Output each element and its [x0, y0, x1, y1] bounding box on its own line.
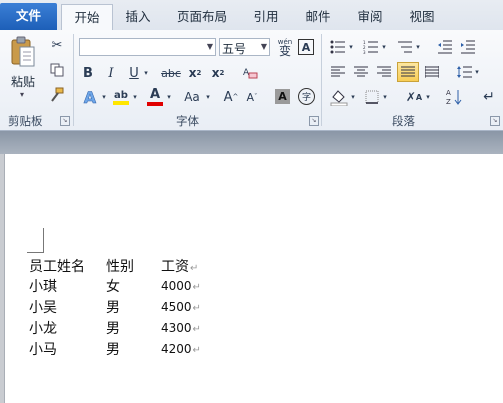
- row-gender: 男: [106, 342, 120, 358]
- bold-icon[interactable]: B: [80, 64, 96, 82]
- align-left-icon[interactable]: [329, 63, 347, 81]
- copy-icon[interactable]: [48, 61, 66, 79]
- ruler-band: [0, 131, 503, 155]
- row-name: 小龙: [29, 321, 57, 337]
- paste-label[interactable]: 粘贴: [11, 73, 35, 90]
- align-center-icon[interactable]: [352, 63, 370, 81]
- row-name: 小马: [29, 342, 57, 358]
- font-color-icon[interactable]: A: [145, 86, 165, 108]
- sort-icon[interactable]: AZ: [444, 87, 464, 107]
- document-page[interactable]: [4, 154, 503, 403]
- format-painter-icon[interactable]: [48, 86, 66, 104]
- chevron-down-icon[interactable]: ▾: [142, 66, 150, 80]
- chevron-down-icon: ▼: [260, 42, 267, 51]
- svg-text:A: A: [446, 89, 451, 97]
- chevron-down-icon[interactable]: ▾: [100, 90, 108, 104]
- svg-text:Z: Z: [446, 98, 451, 106]
- distributed-icon[interactable]: [423, 63, 441, 81]
- character-shading-icon[interactable]: A: [275, 89, 290, 104]
- tab-insert[interactable]: 插入: [118, 4, 158, 30]
- numbering-icon[interactable]: 123: [362, 38, 380, 56]
- bullets-icon[interactable]: [329, 38, 347, 56]
- header-gender: 性别: [106, 259, 134, 275]
- chevron-down-icon[interactable]: ▾: [204, 90, 212, 104]
- row-salary: 4000↵: [161, 279, 201, 293]
- divider: [321, 34, 322, 126]
- font-size-value: 五号: [222, 42, 247, 56]
- chevron-down-icon[interactable]: ▾: [131, 90, 139, 104]
- row-gender: 女: [106, 279, 120, 295]
- row-gender: 男: [106, 321, 120, 337]
- clipboard-launcher-icon[interactable]: ↘: [60, 116, 70, 126]
- tab-view[interactable]: 视图: [402, 4, 442, 30]
- chevron-down-icon[interactable]: ▾: [347, 40, 355, 54]
- align-right-icon[interactable]: [375, 63, 393, 81]
- phonetic-guide-button[interactable]: wén 变: [275, 35, 295, 59]
- tab-review[interactable]: 审阅: [350, 4, 390, 30]
- tab-file[interactable]: 文件: [0, 3, 57, 30]
- header-salary: 工资↵: [161, 259, 199, 275]
- row-name: 小吴: [29, 300, 57, 316]
- font-name-combo[interactable]: ▼: [79, 38, 216, 56]
- cut-icon[interactable]: ✂: [48, 36, 66, 54]
- row-salary: 4500↵: [161, 300, 201, 314]
- multilevel-list-icon[interactable]: [396, 38, 414, 56]
- chevron-down-icon[interactable]: ▾: [414, 40, 422, 54]
- chevron-down-icon[interactable]: ▾: [424, 90, 432, 104]
- tab-mailings[interactable]: 邮件: [298, 4, 338, 30]
- clear-formatting-icon[interactable]: A: [240, 63, 260, 83]
- row-name: 小琪: [29, 279, 57, 295]
- font-group-label: 字体: [176, 114, 199, 128]
- row-salary: 4300↵: [161, 321, 201, 335]
- text-effects-icon[interactable]: A: [80, 87, 100, 107]
- svg-text:3: 3: [363, 50, 366, 54]
- tab-page-layout[interactable]: 页面布局: [170, 4, 234, 30]
- chevron-down-icon[interactable]: ▾: [165, 90, 173, 104]
- header-name: 员工姓名: [29, 259, 85, 275]
- font-launcher-icon[interactable]: ↘: [309, 116, 319, 126]
- justify-button[interactable]: [397, 62, 419, 82]
- tab-home[interactable]: 开始: [61, 4, 113, 31]
- superscript-icon[interactable]: x2: [209, 64, 227, 82]
- underline-icon[interactable]: U: [126, 64, 142, 82]
- chevron-down-icon[interactable]: ▾: [473, 65, 481, 79]
- grow-font-icon[interactable]: A ^: [222, 88, 240, 106]
- decrease-indent-icon[interactable]: [436, 38, 454, 56]
- increase-indent-icon[interactable]: [459, 38, 477, 56]
- character-border-icon[interactable]: A: [298, 39, 314, 55]
- paste-dropdown-icon[interactable]: ▾: [20, 90, 24, 99]
- change-case-icon[interactable]: Aa: [180, 88, 204, 106]
- line-spacing-icon[interactable]: [455, 63, 473, 81]
- row-salary: 4200↵: [161, 342, 201, 356]
- row-gender: 男: [106, 300, 120, 316]
- phonetic-char: 变: [278, 44, 291, 58]
- paragraph-group-label: 段落: [392, 114, 415, 128]
- chevron-down-icon[interactable]: ▾: [381, 90, 389, 104]
- font-size-combo[interactable]: 五号 ▼: [219, 38, 270, 56]
- italic-icon[interactable]: I: [103, 64, 119, 82]
- ribbon-tabs: 文件 开始 插入 页面布局 引用 邮件 审阅 视图: [0, 0, 503, 31]
- subscript-icon[interactable]: x2: [186, 64, 204, 82]
- page-corner-mark: [27, 228, 44, 253]
- paste-icon[interactable]: [8, 34, 38, 70]
- chevron-down-icon: ▼: [206, 42, 213, 51]
- enclose-characters-icon[interactable]: 字: [298, 88, 315, 105]
- asian-layout-icon[interactable]: ✗ A: [404, 88, 424, 106]
- chevron-down-icon[interactable]: ▾: [380, 40, 388, 54]
- borders-icon[interactable]: [363, 88, 381, 106]
- divider: [73, 34, 74, 126]
- show-formatting-icon[interactable]: ↵: [481, 88, 497, 106]
- paragraph-launcher-icon[interactable]: ↘: [490, 116, 500, 126]
- shrink-font-icon[interactable]: Aˇ: [243, 88, 261, 106]
- clipboard-group-label: 剪贴板: [8, 114, 43, 128]
- tab-references[interactable]: 引用: [246, 4, 286, 30]
- strikethrough-icon[interactable]: abc: [160, 64, 182, 82]
- chevron-down-icon[interactable]: ▾: [349, 90, 357, 104]
- shading-icon[interactable]: [329, 87, 349, 107]
- ribbon: 粘贴 ▾ ✂ 剪贴板 ↘ ▼ 五号 ▼ wén 变 A B I U ▾ abc …: [0, 30, 503, 131]
- highlight-icon[interactable]: ab: [111, 86, 131, 108]
